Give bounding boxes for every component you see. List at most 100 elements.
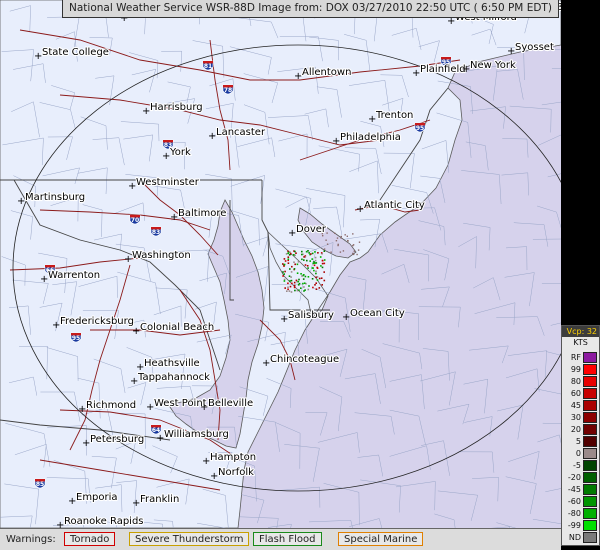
legend-row: 80 — [564, 376, 599, 387]
legend-swatch — [583, 472, 597, 483]
warning-flash-flood[interactable]: Flash Flood — [253, 532, 322, 546]
warning-tornado[interactable]: Tornado — [64, 532, 116, 546]
city-label: Petersburg — [90, 434, 144, 445]
radar-echo — [315, 262, 318, 264]
radar-echo — [306, 259, 308, 262]
radar-echo — [315, 272, 317, 275]
legend-row: ND — [564, 532, 599, 543]
legend-swatch — [583, 424, 597, 435]
city-label: Warrenton — [48, 270, 100, 281]
legend-swatch — [583, 448, 597, 459]
legend-swatch — [583, 532, 597, 543]
radar-echo — [316, 266, 318, 269]
legend-row: -99 — [564, 520, 599, 531]
warning-special-marine[interactable]: Special Marine — [338, 532, 424, 546]
radar-echo — [303, 282, 306, 284]
radar-echo — [326, 232, 328, 234]
radar-echo — [283, 258, 286, 260]
city-label: Franklin — [140, 494, 179, 505]
radar-echo — [303, 290, 305, 292]
radar-echo — [316, 279, 319, 281]
legend-swatch — [583, 376, 597, 387]
radar-echo — [289, 251, 291, 253]
city-label: Plainfield — [420, 64, 466, 75]
radar-echo — [288, 275, 291, 277]
legend-swatch — [583, 436, 597, 447]
radar-echo — [317, 252, 319, 254]
radar-echo — [352, 233, 354, 235]
legend-row: 45 — [564, 400, 599, 411]
legend-swatch — [583, 364, 597, 375]
radar-echo — [287, 282, 289, 285]
legend-row: RF — [564, 352, 599, 363]
radar-echo — [307, 267, 309, 269]
legend-swatch — [583, 460, 597, 471]
city-label: Chincoteague — [270, 354, 339, 365]
legend-label: 5 — [575, 437, 581, 446]
radar-echo — [302, 278, 305, 280]
city-label: Heathsville — [144, 358, 200, 369]
radar-echo — [303, 274, 305, 276]
svg-text:78: 78 — [224, 87, 232, 94]
city-label: Syosset — [515, 42, 554, 53]
radar-echo — [352, 252, 354, 255]
svg-text:85: 85 — [36, 481, 44, 488]
radar-echo — [303, 286, 305, 288]
radar-echo — [358, 241, 361, 243]
city-label: Allentown — [302, 67, 351, 78]
legend-label: ND — [568, 533, 581, 542]
city-label: Ocean City — [350, 308, 405, 319]
radar-echo — [334, 232, 336, 234]
radar-echo — [284, 260, 287, 262]
radar-echo — [298, 278, 300, 281]
radar-echo — [306, 265, 309, 267]
radar-echo — [293, 268, 296, 270]
legend-label: 60 — [570, 389, 581, 398]
radar-echo — [293, 254, 295, 256]
radar-echo — [320, 277, 323, 279]
city-label: Colonial Beach — [140, 322, 214, 333]
legend-swatch — [583, 496, 597, 507]
radar-echo — [323, 262, 326, 265]
legend-label: 80 — [570, 377, 581, 386]
interstate-shield-icon: 81 — [202, 60, 214, 71]
radar-echo — [295, 279, 298, 282]
legend-label: 45 — [570, 401, 581, 410]
radar-echo — [344, 234, 346, 236]
legend-row: -60 — [564, 496, 599, 507]
legend-label: RF — [570, 353, 581, 362]
radar-echo — [294, 250, 296, 253]
radar-echo — [282, 263, 284, 265]
city-label: York — [169, 147, 191, 158]
legend-swatch — [583, 412, 597, 423]
svg-text:81: 81 — [204, 63, 212, 70]
radar-echo — [289, 280, 291, 282]
radar-echo — [301, 258, 303, 261]
legend-swatch — [583, 400, 597, 411]
radar-echo — [290, 271, 293, 273]
radar-echo — [314, 256, 317, 259]
radar-map-frame: 8178837083959595666485 +Mount Haven+West… — [0, 0, 600, 550]
radar-echo — [346, 235, 348, 237]
radar-echo — [336, 237, 339, 239]
legend-label: -60 — [567, 497, 581, 506]
city-label: Fredericksburg — [60, 316, 134, 327]
radar-echo — [302, 282, 304, 285]
radar-echo — [356, 253, 358, 256]
interstate-shield-icon: 70 — [129, 214, 141, 225]
city-label: Harrisburg — [150, 102, 203, 113]
warning-severe-thunderstorm[interactable]: Severe Thunderstorm — [129, 532, 250, 546]
radar-echo — [283, 265, 285, 267]
radar-echo — [286, 290, 288, 292]
city-label: Philadelphia — [340, 132, 401, 143]
radar-echo — [289, 252, 292, 255]
city-label: West Point — [154, 398, 207, 409]
radar-echo — [318, 277, 321, 280]
radar-echo — [297, 261, 300, 263]
city-label: Lancaster — [216, 127, 266, 138]
radar-echo — [289, 268, 291, 270]
legend-row: 20 — [564, 424, 599, 435]
radar-echo — [315, 288, 318, 290]
radar-echo — [283, 273, 285, 275]
radar-echo — [295, 252, 297, 254]
